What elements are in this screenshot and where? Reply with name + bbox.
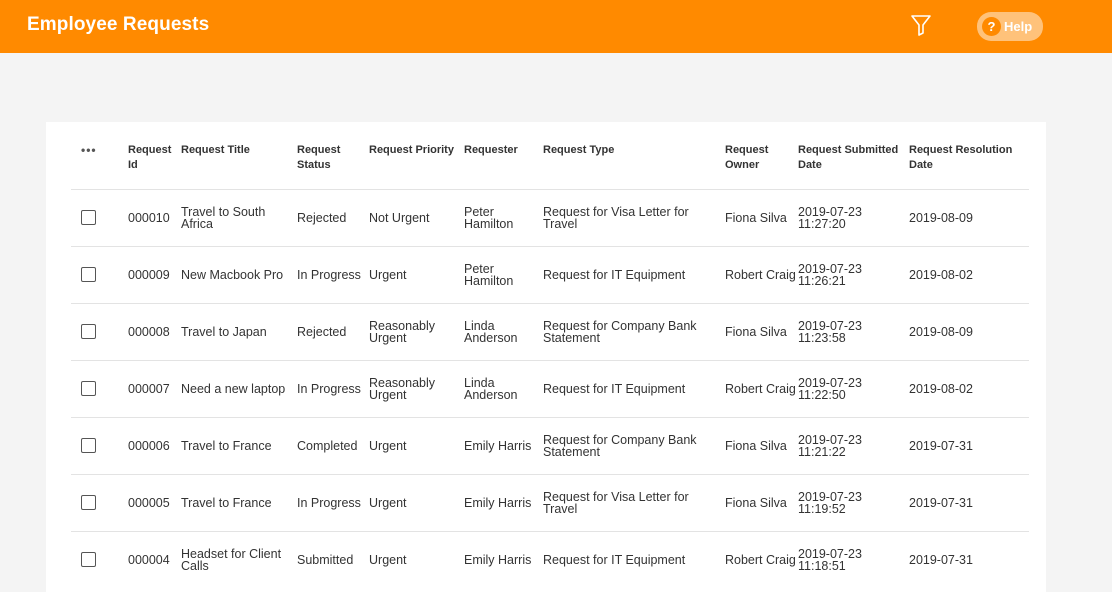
cell-request-title: Need a new laptop: [181, 359, 297, 417]
column-header-request-owner[interactable]: Request Owner: [725, 136, 798, 189]
help-button[interactable]: ? Help: [977, 12, 1043, 41]
column-header-request-id[interactable]: Request Id: [128, 136, 181, 189]
cell-request-owner: Fiona Silva: [725, 473, 798, 531]
more-icon[interactable]: •••: [81, 143, 97, 157]
cell-request-priority: Reasonably Urgent: [369, 359, 464, 417]
row-checkbox[interactable]: [81, 267, 96, 282]
cell-request-title: Travel to France: [181, 416, 297, 474]
cell-requester: Peter Hamilton: [464, 188, 543, 246]
cell-requester: Emily Harris: [464, 473, 543, 531]
help-label: Help: [1004, 19, 1033, 34]
cell-resolution-date: 2019-08-09: [909, 188, 1029, 246]
column-header-request-title[interactable]: Request Title: [181, 136, 297, 189]
cell-requester: Emily Harris: [464, 530, 543, 588]
row-checkbox[interactable]: [81, 324, 96, 339]
table-row[interactable]: 000007 Need a new laptop In Progress Rea…: [71, 359, 1029, 417]
help-icon: ?: [982, 17, 1001, 36]
table-row[interactable]: 000008 Travel to Japan Rejected Reasonab…: [71, 302, 1029, 360]
cell-request-priority: Not Urgent: [369, 188, 464, 246]
cell-resolution-date: 2019-07-31: [909, 416, 1029, 474]
cell-request-title: Travel to Japan: [181, 302, 297, 360]
cell-request-owner: Robert Craig: [725, 245, 798, 303]
cell-request-type: Request for Company Bank Statement: [543, 302, 725, 360]
cell-request-priority: Reasonably Urgent: [369, 302, 464, 360]
cell-resolution-date: 2019-08-02: [909, 359, 1029, 417]
cell-request-type: Request for Visa Letter for Travel: [543, 188, 725, 246]
cell-request-priority: Urgent: [369, 530, 464, 588]
requests-table: ••• Request Id Request Title Request Sta…: [71, 136, 1029, 588]
cell-request-title: Travel to France: [181, 473, 297, 531]
cell-request-status: In Progress: [297, 473, 369, 531]
top-bar: Employee Requests ? Help: [0, 0, 1112, 53]
cell-request-status: Rejected: [297, 188, 369, 246]
column-header-submitted-date[interactable]: Request Submitted Date: [798, 136, 909, 189]
cell-request-id: 000006: [128, 416, 181, 474]
cell-submitted-date: 2019-07-23 11:18:51: [798, 530, 909, 588]
table-row[interactable]: 000006 Travel to France Completed Urgent…: [71, 416, 1029, 474]
cell-request-status: In Progress: [297, 359, 369, 417]
cell-request-type: Request for Visa Letter for Travel: [543, 473, 725, 531]
cell-submitted-date: 2019-07-23 11:26:21: [798, 245, 909, 303]
column-header-request-status[interactable]: Request Status: [297, 136, 369, 189]
cell-request-type: Request for IT Equipment: [543, 359, 725, 417]
cell-submitted-date: 2019-07-23 11:22:50: [798, 359, 909, 417]
filter-icon[interactable]: [910, 13, 932, 37]
cell-requester: Linda Anderson: [464, 302, 543, 360]
table-row[interactable]: 000005 Travel to France In Progress Urge…: [71, 473, 1029, 531]
cell-request-owner: Fiona Silva: [725, 188, 798, 246]
cell-resolution-date: 2019-07-31: [909, 530, 1029, 588]
cell-request-id: 000010: [128, 188, 181, 246]
table-row[interactable]: 000004 Headset for Client Calls Submitte…: [71, 530, 1029, 588]
cell-submitted-date: 2019-07-23 11:19:52: [798, 473, 909, 531]
cell-request-id: 000004: [128, 530, 181, 588]
cell-request-type: Request for IT Equipment: [543, 530, 725, 588]
cell-submitted-date: 2019-07-23 11:23:58: [798, 302, 909, 360]
cell-request-id: 000005: [128, 473, 181, 531]
cell-request-title: Headset for Client Calls: [181, 530, 297, 588]
cell-request-owner: Fiona Silva: [725, 416, 798, 474]
row-checkbox[interactable]: [81, 438, 96, 453]
cell-request-title: Travel to South Africa: [181, 188, 297, 246]
table-row[interactable]: 000009 New Macbook Pro In Progress Urgen…: [71, 245, 1029, 303]
column-header-request-type[interactable]: Request Type: [543, 136, 725, 189]
requests-card: ••• Request Id Request Title Request Sta…: [46, 122, 1046, 592]
cell-request-owner: Robert Craig: [725, 359, 798, 417]
cell-request-title: New Macbook Pro: [181, 245, 297, 303]
cell-requester: Emily Harris: [464, 416, 543, 474]
table-row[interactable]: 000010 Travel to South Africa Rejected N…: [71, 188, 1029, 246]
cell-request-type: Request for Company Bank Statement: [543, 416, 725, 474]
column-header-resolution-date[interactable]: Request Resolution Date: [909, 136, 1029, 189]
cell-request-owner: Robert Craig: [725, 530, 798, 588]
cell-resolution-date: 2019-08-09: [909, 302, 1029, 360]
cell-request-type: Request for IT Equipment: [543, 245, 725, 303]
column-menu-button[interactable]: •••: [71, 136, 128, 189]
cell-request-priority: Urgent: [369, 245, 464, 303]
row-checkbox[interactable]: [81, 552, 96, 568]
table-header-row: ••• Request Id Request Title Request Sta…: [71, 136, 1029, 189]
cell-request-status: Completed: [297, 416, 369, 474]
row-checkbox[interactable]: [81, 495, 96, 510]
cell-request-priority: Urgent: [369, 416, 464, 474]
cell-request-status: Submitted: [297, 530, 369, 588]
cell-request-id: 000008: [128, 302, 181, 360]
cell-resolution-date: 2019-08-02: [909, 245, 1029, 303]
column-header-requester[interactable]: Requester: [464, 136, 543, 189]
cell-requester: Linda Anderson: [464, 359, 543, 417]
cell-resolution-date: 2019-07-31: [909, 473, 1029, 531]
cell-request-id: 000009: [128, 245, 181, 303]
cell-request-status: Rejected: [297, 302, 369, 360]
row-checkbox[interactable]: [81, 210, 96, 225]
column-header-request-priority[interactable]: Request Priority: [369, 136, 464, 189]
cell-request-id: 000007: [128, 359, 181, 417]
cell-request-priority: Urgent: [369, 473, 464, 531]
cell-request-owner: Fiona Silva: [725, 302, 798, 360]
app-title: Employee Requests: [27, 14, 210, 35]
cell-request-status: In Progress: [297, 245, 369, 303]
cell-submitted-date: 2019-07-23 11:27:20: [798, 188, 909, 246]
cell-submitted-date: 2019-07-23 11:21:22: [798, 416, 909, 474]
row-checkbox[interactable]: [81, 381, 96, 396]
cell-requester: Peter Hamilton: [464, 245, 543, 303]
